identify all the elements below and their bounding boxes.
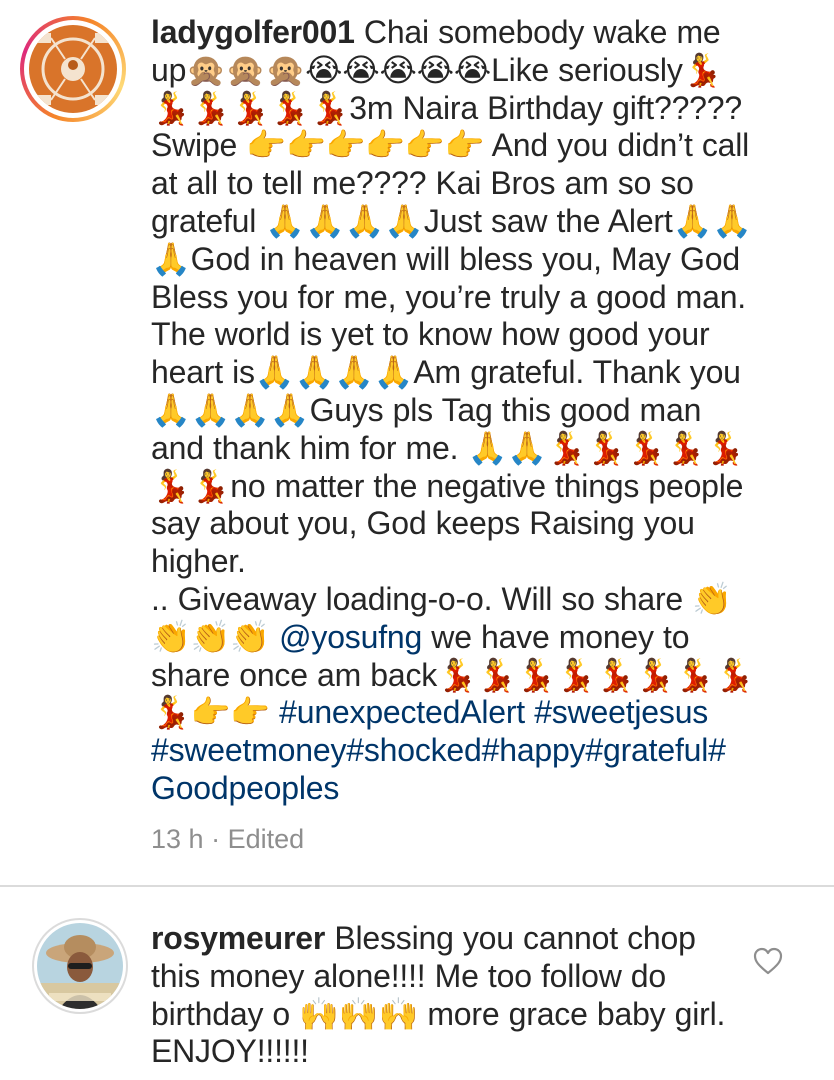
- comment-divider: [0, 885, 834, 887]
- avatar: [29, 25, 117, 113]
- hashtag-link[interactable]: #unexpectedAlert: [279, 694, 525, 730]
- comment-line-with-hashtags[interactable]: Goodpeoples: [151, 770, 754, 808]
- meta-separator: ·: [211, 824, 221, 854]
- username[interactable]: rosymeurer: [151, 920, 325, 956]
- comment-meta: 13 h · Edited: [151, 824, 304, 855]
- hashtag-line[interactable]: 💃👉👉 #unexpectedAlert #sweetjesus: [151, 694, 708, 730]
- comment-line: heart is🙏🙏🙏🙏Am grateful. Thank you: [151, 354, 741, 391]
- comment-line-with-mention: 👏👏👏 @yosufng we have money to: [151, 619, 754, 657]
- comment-line: rosymeurer Blessing you cannot chop: [151, 920, 696, 956]
- edited-label: Edited: [227, 824, 305, 854]
- comment-line-with-hashtags[interactable]: #sweetmoney#shocked#happy#grateful#: [151, 732, 754, 770]
- comment-line: higher.: [151, 543, 246, 580]
- comment-line: Bless you for me, you’re truly a good ma…: [151, 278, 746, 315]
- avatar-story-ring[interactable]: [20, 16, 126, 122]
- comment-line: 🙏God in heaven will bless you, May God: [151, 240, 740, 277]
- comment-line: grateful 🙏🙏🙏🙏Just saw the Alert🙏🙏: [151, 202, 752, 239]
- comment-line: at all to tell me???? Kai Bros am so so: [151, 165, 694, 202]
- comment-text: rosymeurer Blessing you cannot chop this…: [151, 920, 725, 1071]
- comment-line: birthday o 🙌🙌🙌 more grace baby girl.: [151, 995, 726, 1032]
- comment-line: this money alone!!!! Me too follow do: [151, 957, 666, 994]
- timestamp[interactable]: 13 h: [151, 824, 204, 854]
- comment-text: ladygolfer001 Chai somebody wake me up🙊🙊…: [151, 14, 754, 808]
- avatar-ring[interactable]: [32, 918, 128, 1014]
- comment-line: say about you, God keeps Raising you: [151, 505, 695, 542]
- hashtag-link[interactable]: #sweetjesus: [534, 694, 708, 730]
- like-button[interactable]: [752, 946, 784, 976]
- comment-line: The world is yet to know how good your: [151, 316, 710, 353]
- comment-line: ENJOY!!!!!!: [151, 1033, 309, 1070]
- comment-line: 💃💃no matter the negative things people: [151, 467, 744, 504]
- username[interactable]: ladygolfer001: [151, 14, 355, 50]
- comment-line: 🙏🙏🙏🙏Guys pls Tag this good man: [151, 391, 702, 428]
- heart-outline-icon: [753, 947, 783, 975]
- comment-line: Swipe 👉👉👉👉👉👉 And you didn’t call: [151, 127, 750, 164]
- mention-link[interactable]: @yosufng: [279, 619, 422, 655]
- comment-line-with-hashtags: 💃👉👉 #unexpectedAlert #sweetjesus: [151, 694, 754, 732]
- comment-line: and thank him for me. 🙏🙏💃💃💃💃💃: [151, 429, 745, 466]
- mention-text: 👏👏👏 @yosufng we have money to: [151, 618, 690, 655]
- comment-line: .. Giveaway loading-o-o. Will so share 👏: [151, 580, 732, 617]
- avatar: [37, 923, 123, 1009]
- comment-line: ladygolfer001 Chai somebody wake me: [151, 14, 721, 50]
- comment-line: 💃💃💃💃💃3m Naira Birthday gift?????: [151, 89, 742, 126]
- comment-line: up🙊🙊🙊😭😭😭😭😭Like seriously💃: [151, 51, 723, 88]
- comment-line: share once am back💃💃💃💃💃💃💃💃: [151, 656, 755, 693]
